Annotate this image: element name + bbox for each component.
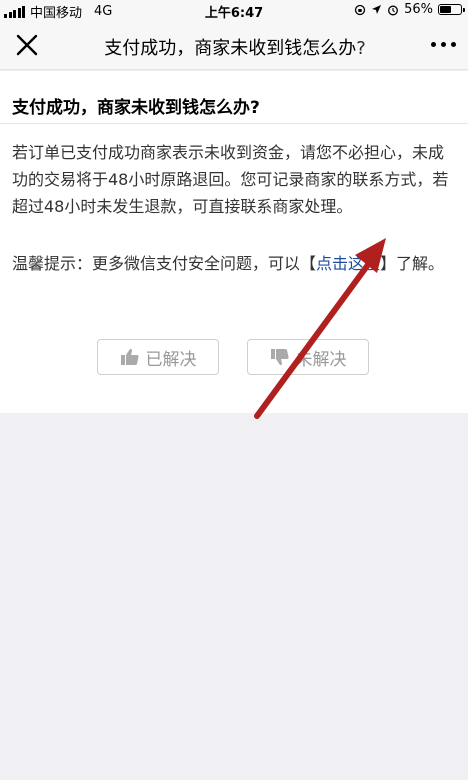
- alarm-icon: [388, 5, 399, 15]
- rotation-lock-icon: [354, 4, 366, 15]
- solved-button[interactable]: 已解决: [97, 339, 219, 375]
- solved-label: 已解决: [145, 349, 197, 370]
- status-right: 56%: [354, 2, 465, 17]
- more-icon[interactable]: [431, 42, 456, 47]
- thumbs-down-icon: [270, 349, 289, 366]
- battery-percent: 56%: [404, 2, 433, 17]
- article-tip: 温馨提示：更多微信支付安全问题，可以【点击这里】了解。: [12, 250, 458, 277]
- nav-bar: 支付成功，商家未收到钱怎么办?: [0, 20, 468, 70]
- tip-prefix: 温馨提示：更多微信支付安全问题，可以【: [12, 254, 317, 273]
- location-icon: [372, 5, 382, 14]
- unsolved-label: 未解决: [295, 349, 347, 370]
- article-body: 若订单已支付成功商家表示未收到资金，请您不必担心，未成功的交易将于48小时原路退…: [12, 143, 449, 216]
- close-icon[interactable]: [14, 32, 40, 58]
- unsolved-button[interactable]: 未解决: [247, 339, 369, 375]
- thumbs-up-icon: [120, 348, 139, 365]
- nav-title: 支付成功，商家未收到钱怎么办?: [104, 38, 366, 59]
- status-bar: 中国移动 4G 上午6:47 56%: [0, 0, 468, 21]
- tip-suffix: 】了解。: [380, 254, 445, 273]
- tip-link[interactable]: 点击这里: [316, 254, 380, 273]
- battery-icon: [438, 4, 465, 15]
- battery-fill: [440, 6, 452, 13]
- help-article: 支付成功，商家未收到钱怎么办? 若订单已支付成功商家表示未收到资金，请您不必担心…: [0, 71, 468, 413]
- article-title: 支付成功，商家未收到钱怎么办?: [12, 98, 260, 118]
- title-divider: [0, 123, 468, 124]
